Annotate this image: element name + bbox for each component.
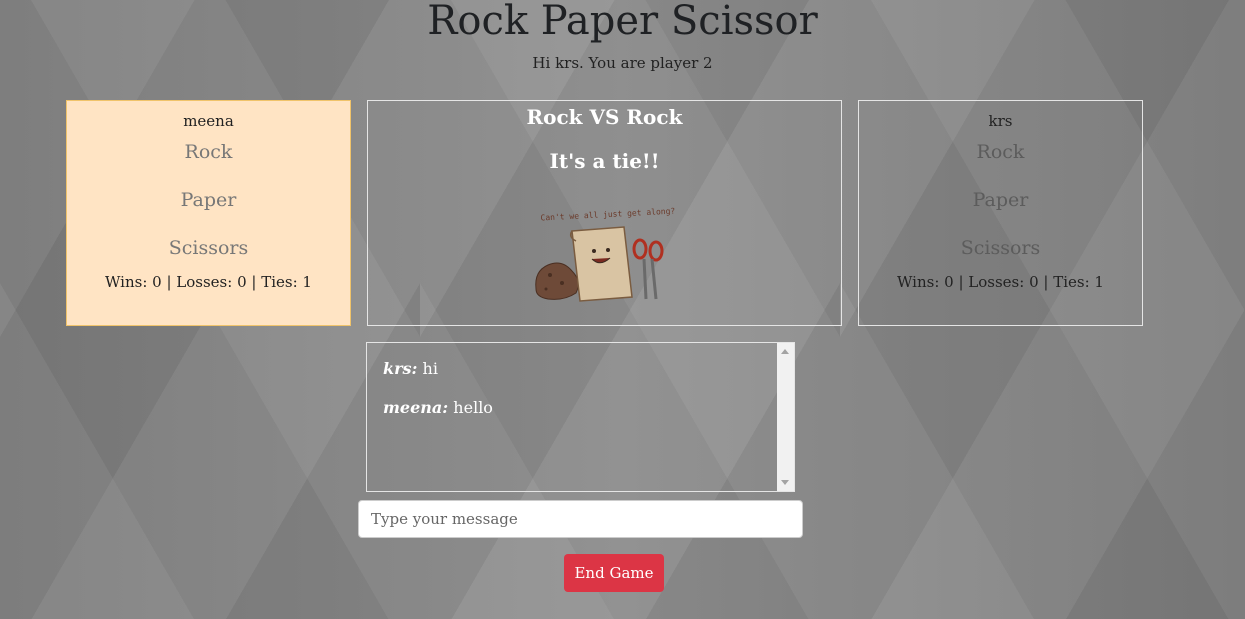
player2-paper-choice[interactable]: Paper — [859, 184, 1142, 217]
chat-message: meena: hello — [383, 398, 778, 417]
player1-paper-choice[interactable]: Paper — [67, 184, 350, 217]
end-game-button[interactable]: End Game — [564, 554, 664, 592]
chat-message-text: hi — [422, 359, 438, 378]
player1-panel: meena Rock Paper Scissors Wins: 0 | Loss… — [66, 100, 351, 326]
result-outcome: It's a tie!! — [549, 149, 660, 173]
player1-score: Wins: 0 | Losses: 0 | Ties: 1 — [105, 273, 312, 291]
player2-scissors-choice[interactable]: Scissors — [859, 232, 1142, 265]
player1-name: meena — [183, 112, 234, 130]
player1-choices: Rock Paper Scissors — [67, 136, 350, 265]
chat-scrollbar[interactable] — [777, 343, 794, 491]
player2-score: Wins: 0 | Losses: 0 | Ties: 1 — [897, 273, 1104, 291]
player2-rock-choice[interactable]: Rock — [859, 136, 1142, 169]
player-greeting: Hi krs. You are player 2 — [532, 54, 713, 72]
player1-scissors-choice[interactable]: Scissors — [67, 232, 350, 265]
chat-message-user: meena: — [383, 398, 449, 417]
chat-message-user: krs: — [383, 359, 418, 378]
chat-box[interactable]: krs: hi meena: hello — [366, 342, 795, 492]
result-panel: Rock VS Rock It's a tie!! Can't we all j… — [367, 100, 842, 326]
illustration-caption: Can't we all just get along? — [540, 206, 675, 222]
player2-panel: krs Rock Paper Scissors Wins: 0 | Losses… — [858, 100, 1143, 326]
chat-message: krs: hi — [383, 359, 778, 378]
result-matchup: Rock VS Rock — [526, 105, 683, 129]
player2-choices: Rock Paper Scissors — [859, 136, 1142, 265]
scissors-icon — [632, 238, 664, 300]
page-title: Rock Paper Scissor — [427, 0, 818, 44]
chat-message-text: hello — [453, 398, 493, 417]
player1-rock-choice[interactable]: Rock — [67, 136, 350, 169]
paper-icon — [569, 226, 633, 302]
scroll-down-arrow-icon[interactable] — [781, 480, 789, 485]
rock-icon — [535, 262, 579, 300]
chat-message-input[interactable] — [358, 500, 803, 538]
chat-messages: krs: hi meena: hello — [367, 343, 794, 453]
scroll-up-arrow-icon[interactable] — [781, 349, 789, 354]
player2-name: krs — [988, 112, 1013, 130]
tie-illustration: Can't we all just get along? — [535, 206, 676, 302]
